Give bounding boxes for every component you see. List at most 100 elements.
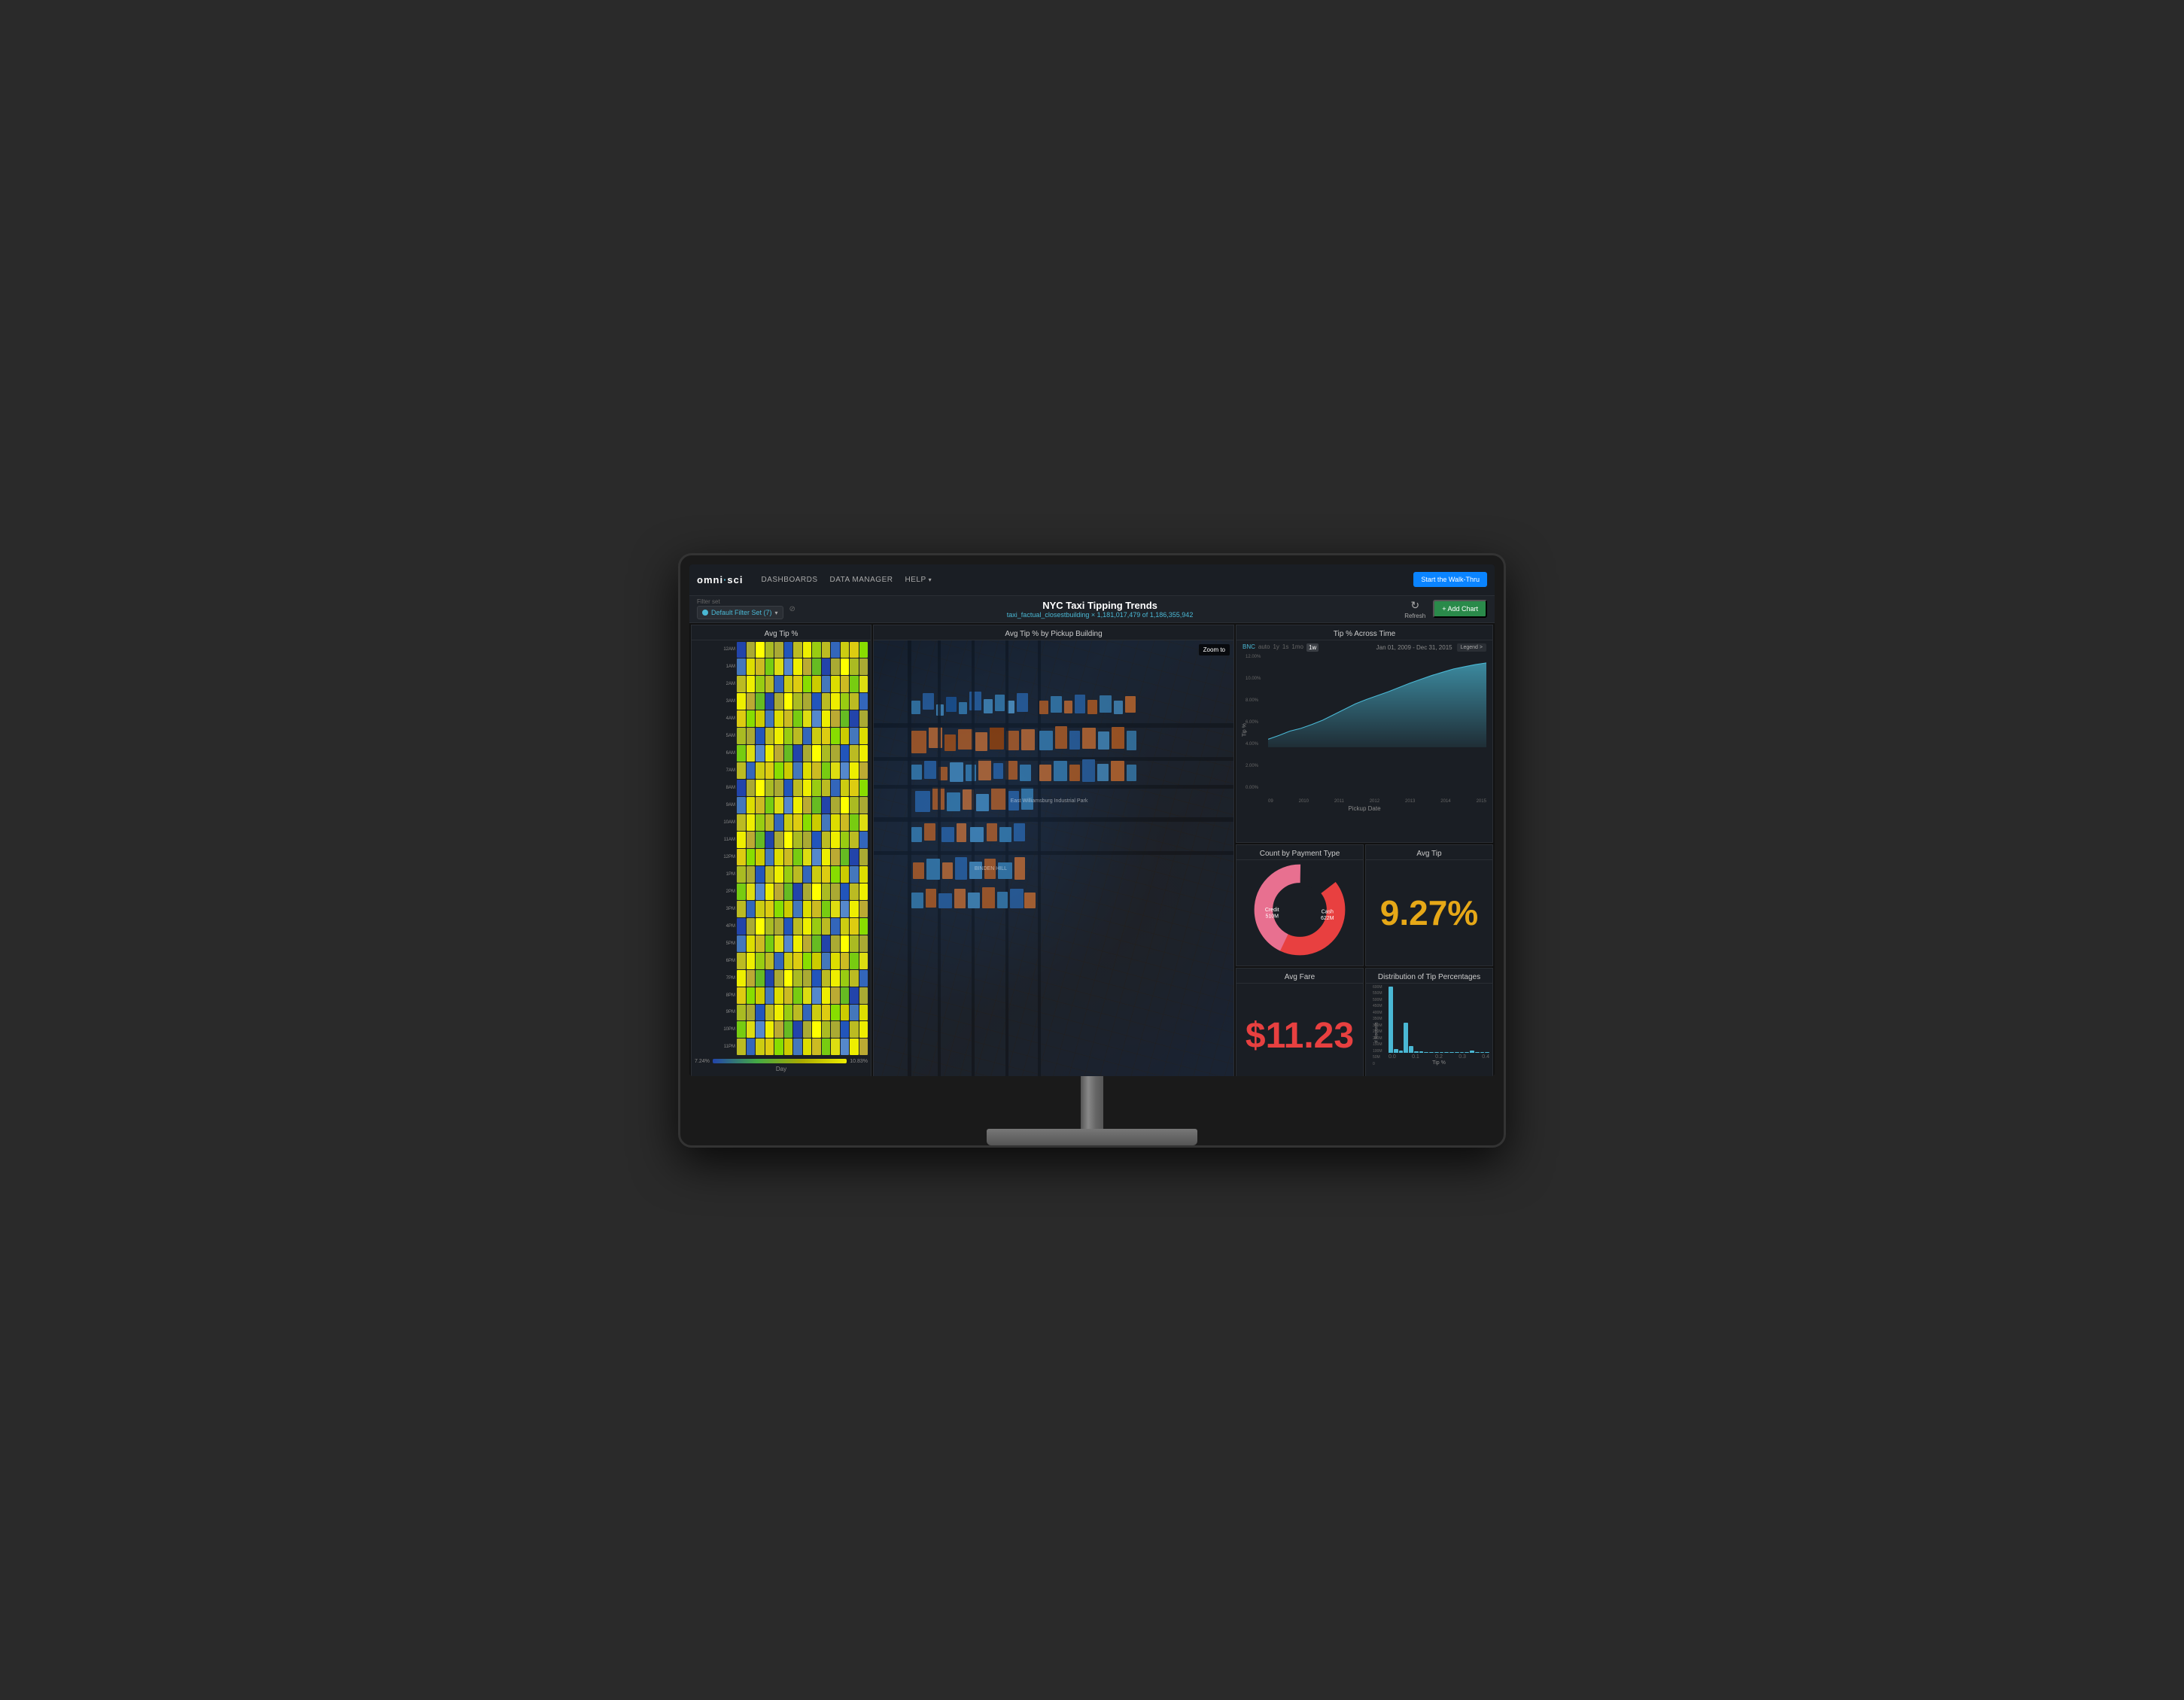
- map-background[interactable]: Zoom to East Williamsburg Industrial Par…: [874, 640, 1233, 1076]
- heatmap-cell: [822, 693, 831, 710]
- heatmap-cell: [747, 676, 756, 692]
- heatmap-cell: [859, 814, 868, 831]
- heatmap-cell: [747, 693, 756, 710]
- heatmap-cell: [859, 832, 868, 848]
- heatmap-cell: [831, 883, 840, 900]
- heatmap-cell: [756, 918, 765, 935]
- heatmap-cell: [793, 987, 802, 1004]
- heatmap-cell: [859, 762, 868, 779]
- ts-chart-svg: [1268, 655, 1486, 747]
- heatmap-cell: [859, 1005, 868, 1021]
- add-chart-button[interactable]: + Add Chart: [1433, 600, 1487, 618]
- filter-icon[interactable]: ⊘: [789, 605, 795, 613]
- heatmap-cell: [822, 953, 831, 969]
- heatmap-row: 11PM: [716, 1039, 868, 1055]
- ts-header: BNC auto 1y 1s 1mo 1w Jan 01, 2009 - Dec…: [1236, 640, 1492, 655]
- heatmap-cell: [859, 970, 868, 987]
- nav-data-manager[interactable]: DATA MANAGER: [830, 576, 893, 584]
- heatmap-cell: [774, 1021, 783, 1038]
- heatmap-cell: [747, 1039, 756, 1055]
- heatmap-time-label: 12PM: [716, 855, 735, 859]
- heatmap-cell: [747, 987, 756, 1004]
- heatmap-cell: [756, 1021, 765, 1038]
- heatmap-cell: [747, 797, 756, 814]
- heatmap-cell: [812, 970, 821, 987]
- refresh-button[interactable]: ↻ Refresh: [1404, 599, 1425, 619]
- ts-y-0: 0.00%: [1246, 786, 1261, 790]
- heatmap-cell: [822, 970, 831, 987]
- heatmap-cell: [737, 953, 746, 969]
- heatmap-cell: [756, 745, 765, 762]
- distribution-title: Distribution of Tip Percentages: [1366, 969, 1492, 984]
- nav-dashboards[interactable]: DASHBOARDS: [761, 576, 817, 584]
- filter-select[interactable]: Default Filter Set (7) ▾: [697, 606, 783, 619]
- heatmap-cell: [784, 658, 793, 675]
- heatmap-cell: [765, 658, 774, 675]
- nav-help[interactable]: HELP: [905, 576, 932, 584]
- heatmap-cell: [822, 918, 831, 935]
- heatmap-cell: [737, 970, 746, 987]
- heatmap-cell: [859, 1021, 868, 1038]
- heatmap-cell: [822, 901, 831, 917]
- stand-base: [987, 1129, 1197, 1145]
- ts-1w[interactable]: 1w: [1306, 643, 1319, 652]
- ts-1s[interactable]: 1s: [1282, 643, 1288, 652]
- avg-fare-value: $11.23: [1236, 984, 1363, 1076]
- heatmap-cell: [822, 728, 831, 744]
- heatmap-cell: [737, 710, 746, 727]
- heatmap-cell: [850, 883, 859, 900]
- heatmap-cell: [747, 832, 756, 848]
- heatmap-cell: [859, 745, 868, 762]
- heatmap-cell: [793, 658, 802, 675]
- heatmap-row: 3AM: [716, 693, 868, 710]
- heatmap-cell: [812, 832, 821, 848]
- ts-auto[interactable]: auto: [1258, 643, 1270, 652]
- heatmap-cell: [831, 658, 840, 675]
- heatmap-cell: [774, 676, 783, 692]
- heatmap-cell: [765, 901, 774, 917]
- walkthru-button[interactable]: Start the Walk-Thru: [1413, 572, 1487, 587]
- heatmap-cell: [831, 1005, 840, 1021]
- heatmap-cell: [850, 987, 859, 1004]
- heatmap-cell: [850, 953, 859, 969]
- heatmap-cell: [784, 745, 793, 762]
- map-zoom-button[interactable]: Zoom to: [1199, 644, 1230, 655]
- heatmap-cell: [831, 953, 840, 969]
- timeseries-title: Tip % Across Time: [1236, 625, 1492, 640]
- heatmap-cell: [850, 745, 859, 762]
- heatmap-time-label: 1AM: [716, 664, 735, 669]
- total-records: 1,186,355,942: [1150, 611, 1194, 619]
- heatmap-cells: [737, 832, 868, 848]
- heatmap-cells: [737, 797, 868, 814]
- svg-text:622M: 622M: [1321, 916, 1334, 921]
- heatmap-cell: [803, 762, 812, 779]
- map-svg: [874, 640, 1233, 1076]
- heatmap-cell: [850, 832, 859, 848]
- heatmap-cells: [737, 849, 868, 865]
- heatmap-cell: [841, 814, 850, 831]
- ts-1mo[interactable]: 1mo: [1291, 643, 1303, 652]
- ts-1y[interactable]: 1y: [1273, 643, 1279, 652]
- dist-bar: [1399, 1051, 1404, 1053]
- heatmap-cell: [784, 814, 793, 831]
- legend-button[interactable]: Legend >: [1457, 643, 1486, 652]
- heatmap-cell: [765, 987, 774, 1004]
- heatmap-cell: [765, 935, 774, 952]
- heatmap-cell: [793, 883, 802, 900]
- timeseries-panel: Tip % Across Time BNC auto 1y 1s 1mo 1w …: [1236, 625, 1493, 843]
- heatmap-cell: [765, 780, 774, 796]
- navbar: omni·sci DASHBOARDS DATA MANAGER HELP St…: [689, 564, 1495, 596]
- heatmap-cell: [737, 745, 746, 762]
- heatmap-cell: [793, 901, 802, 917]
- heatmap-cell: [793, 693, 802, 710]
- heatmap-cell: [784, 710, 793, 727]
- heatmap-cell: [774, 710, 783, 727]
- heatmap-cell: [812, 987, 821, 1004]
- heatmap-cell: [803, 901, 812, 917]
- ts-bnc[interactable]: BNC: [1243, 643, 1255, 652]
- ts-x-2010: 2010: [1299, 799, 1309, 804]
- heatmap-time-label: 10AM: [716, 820, 735, 825]
- heatmap-cell: [803, 849, 812, 865]
- monitor-stand: [689, 1076, 1495, 1145]
- heatmap-cell: [812, 953, 821, 969]
